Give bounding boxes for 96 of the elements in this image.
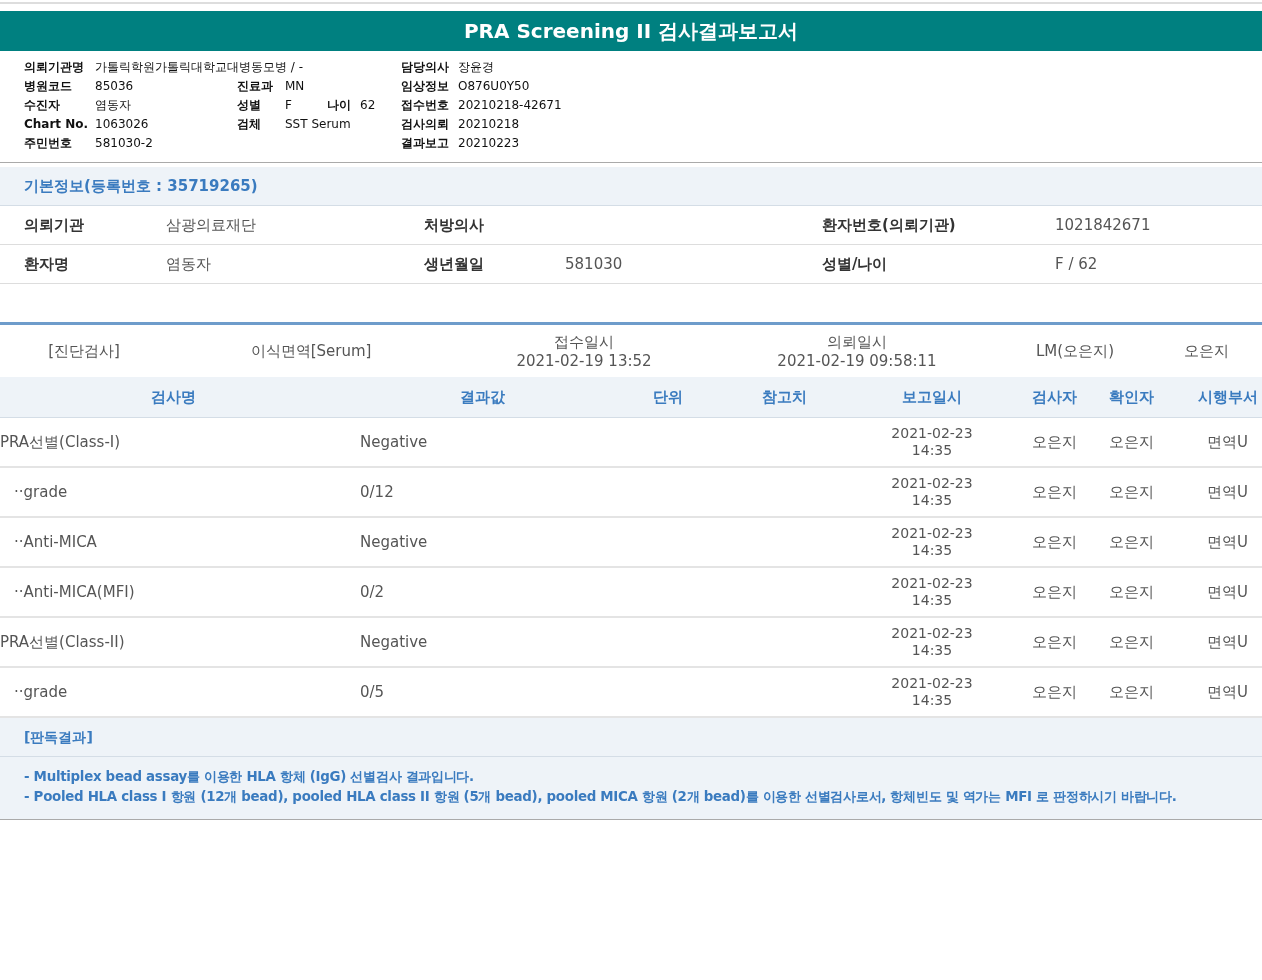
field-label: 의뢰기관명 [24, 59, 85, 76]
test-name: ··Anti-MICA [13, 533, 98, 551]
report-datetime: 2021-02-23 14:35 [890, 475, 974, 509]
field-label: 주민번호 [24, 135, 73, 152]
lab-name: LM(오은지) [1035, 341, 1115, 361]
field-value: 85036 [95, 78, 135, 95]
received-datetime: 2021-02-19 13:52 [516, 351, 652, 370]
field-value: 장윤경 [458, 59, 495, 76]
department-name: 면역U [1206, 682, 1249, 702]
field-label: 생년월일 [424, 254, 485, 274]
column-header: 보고일시 [901, 387, 963, 407]
confirmer-name: 오은지 [1107, 582, 1155, 602]
tester-name: 오은지 [1030, 582, 1078, 602]
result-value: 0/5 [359, 683, 386, 701]
column-header: 단위 [652, 387, 684, 407]
test-name: ··Anti-MICA(MFI) [13, 583, 136, 601]
field-label: 진료과 [237, 78, 274, 95]
tester-name: 오은지 [1030, 482, 1078, 502]
field-label: Chart No. [24, 116, 90, 133]
requested-datetime: 2021-02-19 09:58:11 [777, 351, 937, 370]
report-datetime: 2021-02-23 14:35 [890, 525, 974, 559]
person-name: 오은지 [1182, 341, 1230, 361]
field-label: 접수일시 [554, 332, 614, 352]
field-value: 62 [360, 97, 377, 114]
field-value: 581030-2 [95, 135, 154, 152]
field-value: F / 62 [1055, 255, 1099, 273]
field-value: O876U0Y50 [458, 78, 531, 95]
field-label: 의뢰기관 [24, 215, 85, 235]
field-label: 결과보고 [401, 135, 450, 152]
tester-name: 오은지 [1030, 632, 1078, 652]
field-label: 성별/나이 [822, 254, 889, 274]
column-header: 결과값 [458, 387, 506, 407]
tester-name: 오은지 [1030, 532, 1078, 552]
field-value: 581030 [565, 255, 624, 273]
result-value: Negative [359, 533, 429, 551]
confirmer-name: 오은지 [1107, 482, 1155, 502]
column-header: 검사명 [149, 387, 197, 407]
result-value: Negative [359, 633, 429, 651]
report-datetime: 2021-02-23 14:35 [890, 675, 974, 709]
field-label: 검사의뢰 [401, 116, 450, 133]
field-value: SST Serum [285, 116, 352, 133]
field-value: 염동자 [166, 254, 212, 274]
department-name: 면역U [1206, 432, 1249, 452]
field-value: MN [285, 78, 306, 95]
test-category: [진단검사] [47, 341, 121, 361]
result-value: 0/2 [359, 583, 386, 601]
field-label: 의뢰일시 [827, 332, 887, 352]
report-datetime: 2021-02-23 14:35 [890, 625, 974, 659]
field-label: 수진자 [24, 97, 61, 114]
test-name: PRA선별(Class-I) [0, 432, 122, 452]
field-label: 담당의사 [401, 59, 450, 76]
report-datetime: 2021-02-23 14:35 [890, 425, 974, 459]
report-datetime: 2021-02-23 14:35 [890, 575, 974, 609]
field-label: 병원코드 [24, 78, 73, 95]
department-name: 면역U [1206, 482, 1249, 502]
column-header: 검사자 [1030, 387, 1078, 407]
field-value: 20210218 [458, 116, 521, 133]
field-label: 검체 [237, 116, 262, 133]
field-label: 처방의사 [424, 215, 485, 235]
field-label: 임상정보 [401, 78, 450, 95]
result-value: 0/12 [359, 483, 395, 501]
field-label: 접수번호 [401, 97, 450, 114]
department-name: 이식면역[Serum] [249, 341, 373, 361]
field-value: 20210218-42671 [458, 97, 563, 114]
department-name: 면역U [1206, 582, 1249, 602]
interpretation-text: - Pooled HLA class I 항원 (12개 bead), pooled HLA class II 항원 (5개 bead), pooled MICA 항원 (2개 bead)를 이용한 선별검사로서, 항체빈도 및 역가는 MFI 로 판정하시기 바랍니다. [24, 788, 1178, 806]
field-value: 20210223 [458, 135, 521, 152]
tester-name: 오은지 [1030, 432, 1078, 452]
field-value: 1063026 [95, 116, 150, 133]
test-name: ··grade [13, 683, 69, 701]
department-name: 면역U [1206, 632, 1249, 652]
field-label: 환자번호(의뢰기관) [822, 215, 957, 235]
test-name: ··grade [13, 483, 69, 501]
report-title: PRA Screening II 검사결과보고서 [0, 11, 1262, 51]
field-value: 1021842671 [1055, 216, 1152, 234]
result-value: Negative [359, 433, 429, 451]
confirmer-name: 오은지 [1107, 532, 1155, 552]
field-label: 환자명 [24, 254, 70, 274]
column-header: 확인자 [1107, 387, 1155, 407]
field-value: 삼광의료재단 [166, 215, 257, 235]
column-header: 참고치 [760, 387, 808, 407]
field-label: 성별 [237, 97, 262, 114]
section-header: 기본정보(등록번호 : 35719265) [0, 167, 1262, 206]
section-header: [판독결과] [0, 718, 1262, 757]
confirmer-name: 오은지 [1107, 432, 1155, 452]
field-label: 나이 [327, 97, 352, 114]
test-name: PRA선별(Class-II) [0, 632, 126, 652]
tester-name: 오은지 [1030, 682, 1078, 702]
interpretation-text: - Multiplex bead assay를 이용한 HLA 항체 (IgG) 선별검사 결과입니다. [24, 768, 475, 786]
department-name: 면역U [1206, 532, 1249, 552]
field-value: F [285, 97, 293, 114]
confirmer-name: 오은지 [1107, 682, 1155, 702]
confirmer-name: 오은지 [1107, 632, 1155, 652]
field-value: 염동자 [95, 97, 132, 114]
field-value: 가톨릭학원가톨릭대학교대병동모병 / - [95, 59, 304, 76]
column-header: 시행부서 [1197, 387, 1259, 407]
